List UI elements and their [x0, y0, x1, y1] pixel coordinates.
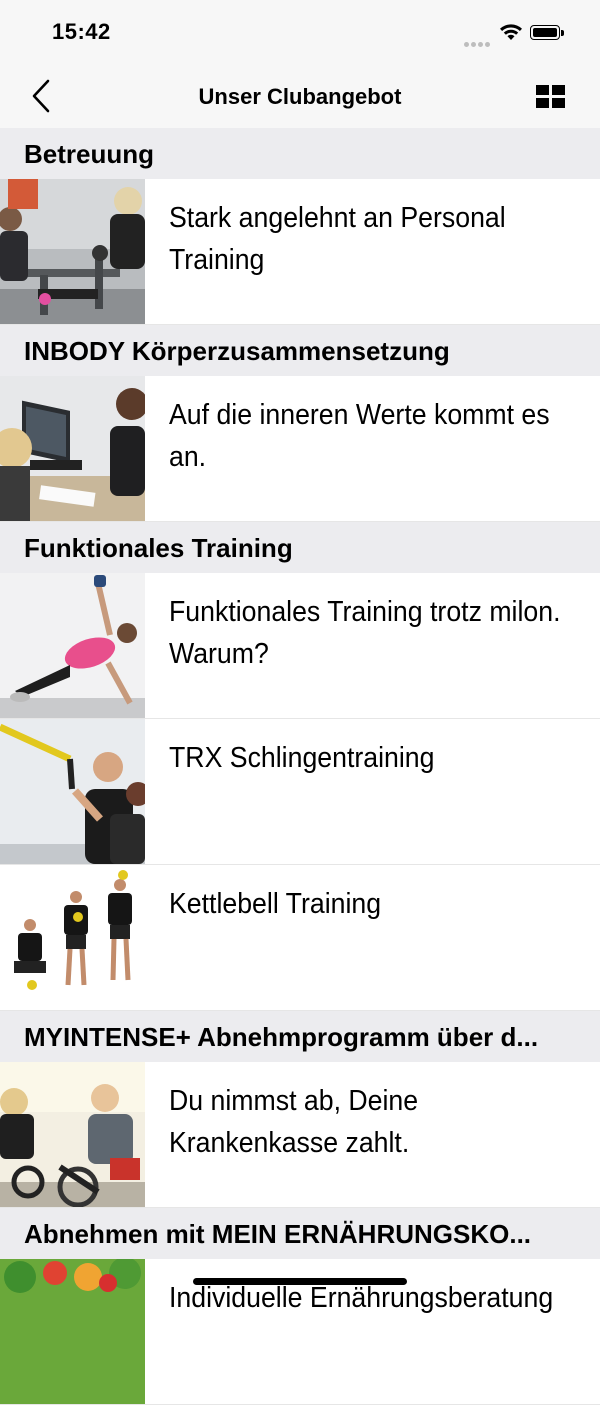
list-item[interactable]: Stark angelehnt an Personal Training: [0, 179, 600, 325]
indoor-cycling-photo: [0, 1062, 145, 1207]
offer-list: Betreuung Stark angelehnt an Personal Tr…: [0, 128, 600, 1405]
list-item-text: Kettlebell Training: [169, 888, 382, 920]
section-header-funktionales-training: Funktionales Training: [0, 522, 600, 573]
status-time: 15:42: [52, 19, 111, 44]
vegetables-photo: [0, 1259, 145, 1404]
navigation-bar: Unser Clubangebot: [0, 66, 600, 128]
status-bar: 15:42: [0, 0, 600, 66]
personal-training-photo: [0, 179, 145, 324]
list-item[interactable]: Auf die inneren Werte kommt es an.: [0, 376, 600, 522]
list-item-text: Du nimmst ab, Deine Krankenkasse zahlt.: [169, 1085, 419, 1159]
list-item[interactable]: Du nimmst ab, Deine Krankenkasse zahlt.: [0, 1062, 600, 1208]
section-header-ernaehrung: Abnehmen mit MEIN ERNÄHRUNGSKO...: [0, 1208, 600, 1259]
cellular-signal-icon: [464, 34, 492, 52]
grid-view-button[interactable]: [534, 83, 568, 111]
list-item-text: Auf die inneren Werte kommt es an.: [169, 399, 550, 473]
side-plank-kettlebell-photo: [0, 573, 145, 718]
trx-training-photo: [0, 719, 145, 864]
section-header-myintense: MYINTENSE+ Abnehmprogramm über d...: [0, 1011, 600, 1062]
list-item[interactable]: TRX Schlingentraining: [0, 719, 600, 865]
inbody-consultation-photo: [0, 376, 145, 521]
list-item[interactable]: Funktionales Training trotz milon. Warum…: [0, 573, 600, 719]
battery-icon: [530, 25, 564, 41]
page-title: Unser Clubangebot: [198, 84, 402, 109]
list-item-text: Funktionales Training trotz milon. Warum…: [169, 596, 561, 670]
kettlebell-swing-photo: [0, 865, 145, 1010]
section-header-betreuung: Betreuung: [0, 128, 600, 179]
list-item-text: TRX Schlingentraining: [169, 742, 435, 774]
home-indicator[interactable]: [193, 1278, 407, 1285]
wifi-icon: [500, 24, 522, 40]
list-item-text: Stark angelehnt an Personal Training: [169, 202, 506, 276]
list-item[interactable]: Kettlebell Training: [0, 865, 600, 1011]
section-header-inbody: INBODY Körperzusammensetzung: [0, 325, 600, 376]
